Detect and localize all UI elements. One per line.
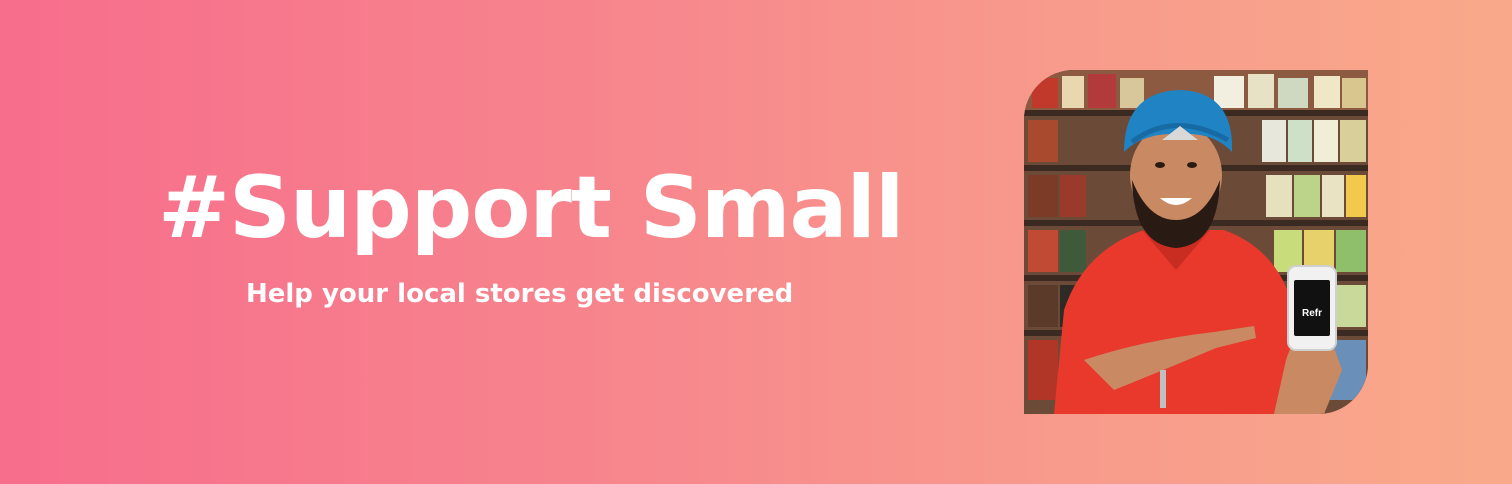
shopkeeper-photo: Refr [1024, 70, 1368, 414]
hero-subline: Help your local stores get discovered [246, 279, 794, 309]
hero-banner: #Support Small Help your local stores ge… [0, 0, 1512, 484]
phone-screen-label: Refr [1302, 308, 1322, 319]
hero-headline: #Support Small [158, 158, 904, 258]
